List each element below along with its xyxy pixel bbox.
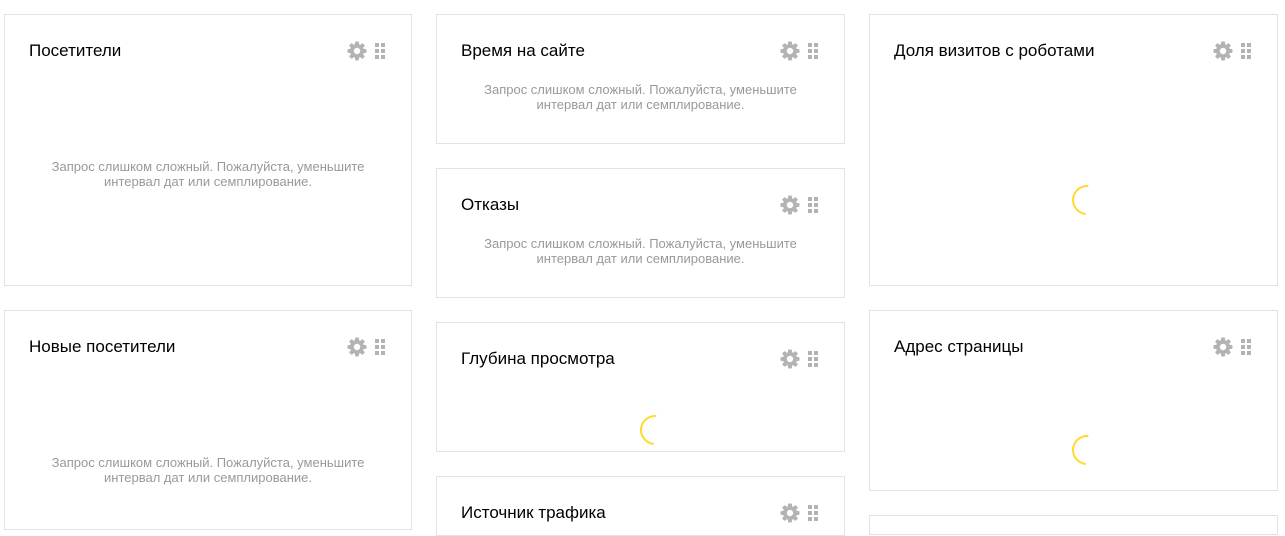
widget-placeholder — [869, 515, 1278, 535]
widget-controls — [780, 41, 818, 61]
error-message: Запрос слишком сложный. Пожалуйста, умен… — [5, 159, 411, 189]
widget-controls — [1213, 337, 1251, 357]
widget-controls — [347, 41, 385, 61]
error-message-line2: интервал дат или семплирование. — [536, 97, 745, 112]
widget-title: Доля визитов с роботами — [894, 41, 1095, 60]
widget-new-visitors: Новые посетители Запрос слишком сложный.… — [4, 310, 412, 530]
widget-title: Адрес страницы — [894, 337, 1024, 356]
error-message-line2: интервал дат или семплирование. — [536, 251, 745, 266]
gear-icon[interactable] — [1213, 41, 1233, 61]
widget-visitors: Посетители Запрос слишком сложный. Пожал… — [4, 14, 412, 286]
widget-title: Посетители — [29, 41, 122, 60]
error-message: Запрос слишком сложный. Пожалуйста, умен… — [5, 455, 411, 485]
drag-handle-icon[interactable] — [375, 339, 385, 355]
widget-title: Отказы — [461, 195, 520, 214]
drag-handle-icon[interactable] — [1241, 43, 1251, 59]
error-message-line1: Запрос слишком сложный. Пожалуйста, умен… — [51, 159, 365, 174]
drag-handle-icon[interactable] — [808, 351, 818, 367]
loading-spinner — [633, 408, 677, 452]
widget-controls — [780, 195, 818, 215]
error-message-line1: Запрос слишком сложный. Пожалуйста, умен… — [51, 455, 365, 470]
error-message-line1: Запрос слишком сложный. Пожалуйста, умен… — [484, 236, 797, 251]
gear-icon[interactable] — [347, 337, 367, 357]
widget-traffic-source: Источник трафика — [436, 476, 845, 536]
widget-bounces: Отказы Запрос слишком сложный. Пожалуйст… — [436, 168, 845, 298]
loading-spinner — [1065, 428, 1109, 472]
widget-controls — [780, 349, 818, 369]
widget-title: Источник трафика — [461, 503, 606, 522]
widget-time-on-site: Время на сайте Запрос слишком сложный. П… — [436, 14, 845, 144]
error-message: Запрос слишком сложный. Пожалуйста, умен… — [437, 82, 844, 112]
widget-robot-share: Доля визитов с роботами — [869, 14, 1278, 286]
widget-page-depth: Глубина просмотра — [436, 322, 845, 452]
error-message-line1: Запрос слишком сложный. Пожалуйста, умен… — [484, 82, 797, 97]
drag-handle-icon[interactable] — [1241, 339, 1251, 355]
error-message: Запрос слишком сложный. Пожалуйста, умен… — [437, 236, 844, 266]
gear-icon[interactable] — [1213, 337, 1233, 357]
widget-title: Глубина просмотра — [461, 349, 615, 368]
drag-handle-icon[interactable] — [808, 43, 818, 59]
widget-controls — [347, 337, 385, 357]
widget-controls — [1213, 41, 1251, 61]
gear-icon[interactable] — [780, 349, 800, 369]
gear-icon[interactable] — [780, 503, 800, 523]
loading-spinner — [1065, 178, 1109, 222]
gear-icon[interactable] — [780, 195, 800, 215]
widget-controls — [780, 503, 818, 523]
error-message-line2: интервал дат или семплирование. — [104, 174, 312, 189]
widget-page-address: Адрес страницы — [869, 310, 1278, 491]
error-message-line2: интервал дат или семплирование. — [104, 470, 312, 485]
widget-title: Новые посетители — [29, 337, 176, 356]
gear-icon[interactable] — [347, 41, 367, 61]
drag-handle-icon[interactable] — [808, 197, 818, 213]
drag-handle-icon[interactable] — [375, 43, 385, 59]
gear-icon[interactable] — [780, 41, 800, 61]
widget-title: Время на сайте — [461, 41, 585, 60]
